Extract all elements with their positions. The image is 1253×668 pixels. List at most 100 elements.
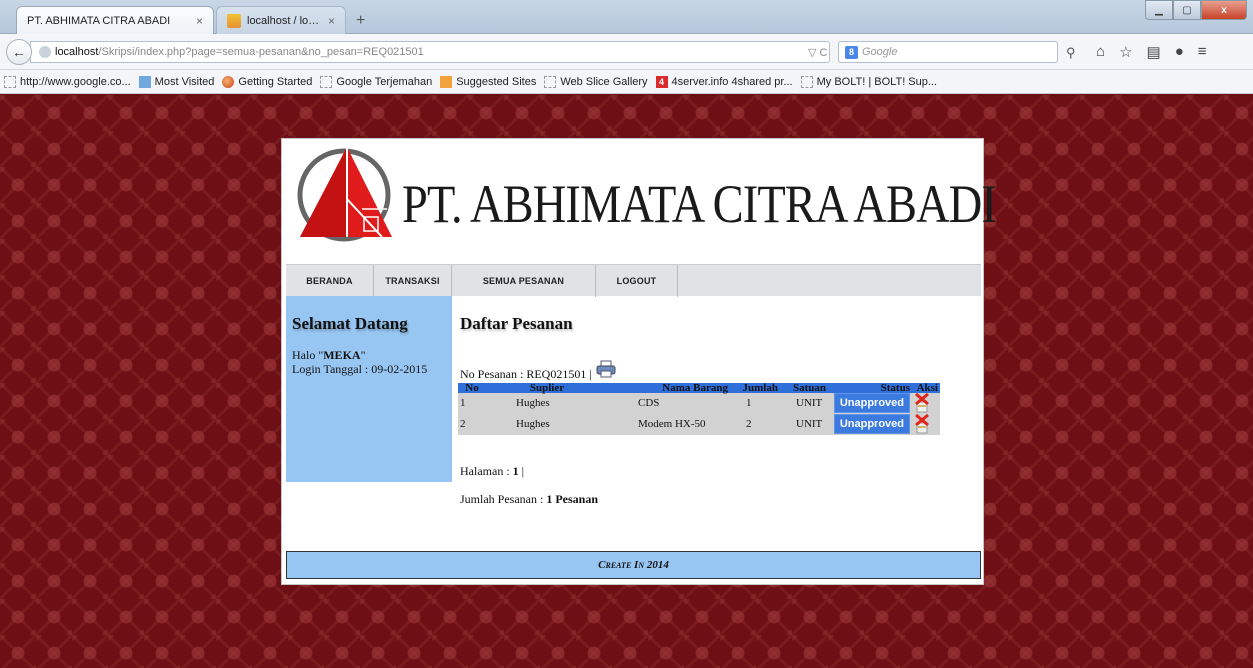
- cell-no: 2: [458, 413, 486, 435]
- back-button[interactable]: ←: [6, 39, 32, 65]
- maximize-button[interactable]: ▢: [1173, 0, 1201, 20]
- url-host: localhost: [55, 46, 99, 58]
- username: MEKA: [323, 348, 361, 362]
- bookmark-label: Google Terjemahan: [336, 75, 433, 88]
- folder-icon: [138, 75, 151, 88]
- reading-list-icon[interactable]: ▤: [1147, 43, 1161, 61]
- window-controls: ▁ ▢ x: [1145, 0, 1247, 20]
- col-status: Status: [828, 383, 912, 394]
- bookmark-most-visited[interactable]: Most Visited: [138, 75, 215, 88]
- bookmark-my-bolt[interactable]: My BOLT! | BOLT! Sup...: [800, 75, 938, 88]
- greeting-suffix: ": [360, 348, 366, 362]
- cell-satuan: UNIT: [780, 413, 828, 435]
- cell-suplier: Hughes: [486, 393, 608, 413]
- back-arrow-icon: ←: [12, 44, 26, 60]
- browser-nav-bar: localhost /Skripsi/index.php?page=semua-…: [0, 34, 1253, 70]
- bookmark-label: My BOLT! | BOLT! Sup...: [816, 75, 938, 88]
- bookmark-label: Most Visited: [154, 75, 215, 88]
- cell-jumlah: 1: [730, 393, 780, 413]
- star-icon[interactable]: ☆: [1119, 43, 1132, 61]
- url-path: /Skripsi/index.php?page=semua-pesanan&no…: [98, 46, 424, 58]
- menu-item-semua-pesanan[interactable]: SEMUA PESANAN: [452, 265, 596, 297]
- address-bar[interactable]: localhost /Skripsi/index.php?page=semua-…: [30, 41, 830, 63]
- cell-barang: CDS: [608, 393, 730, 413]
- minimize-button[interactable]: ▁: [1145, 0, 1173, 20]
- site-header: PT. ABHIMATA CITRA ABADI: [282, 139, 997, 263]
- col-jumlah: Jumlah: [730, 383, 780, 394]
- status-button[interactable]: Unapproved: [833, 414, 910, 434]
- search-input[interactable]: 8 Google: [838, 41, 1058, 63]
- bookmark-label: Web Slice Gallery: [560, 75, 648, 88]
- menu-item-logout[interactable]: LOGOUT: [596, 265, 678, 297]
- summary-value: 1 Pesanan: [546, 492, 599, 506]
- home-icon[interactable]: ⌂: [1096, 43, 1105, 61]
- pagination: Halaman : 1 |: [460, 464, 524, 479]
- firefox-icon: [222, 75, 235, 88]
- bookmark-label: http://www.google.co...: [20, 75, 131, 88]
- cell-aksi: [912, 413, 940, 435]
- bookmark-suggested-sites[interactable]: Suggested Sites: [440, 75, 537, 88]
- cell-status: Unapproved: [828, 413, 912, 435]
- google-icon[interactable]: 8: [845, 45, 858, 59]
- page-icon: [4, 75, 16, 88]
- col-aksi: Aksi: [912, 383, 940, 394]
- bookmark-label: 4server.info 4shared pr...: [671, 75, 793, 88]
- summary-label: Jumlah Pesanan :: [460, 492, 547, 506]
- order-summary: Jumlah Pesanan : 1 Pesanan: [460, 492, 598, 507]
- cell-satuan: UNIT: [780, 393, 828, 413]
- bookmark-4server[interactable]: 4 4server.info 4shared pr...: [655, 75, 793, 88]
- globe-icon: [39, 46, 51, 58]
- site-container: PT. ABHIMATA CITRA ABADI BERANDA TRANSAK…: [281, 138, 997, 585]
- bookmark-getting-started[interactable]: Getting Started: [222, 75, 312, 88]
- orders-table: No Suplier Nama Barang Jumlah Satuan Sta…: [458, 383, 940, 435]
- greeting: Halo "MEKA": [292, 348, 446, 362]
- main-menu: BERANDA TRANSAKSI SEMUA PESANAN LOGOUT: [286, 264, 981, 297]
- search-icon[interactable]: ⚲: [1066, 45, 1076, 61]
- delete-icon[interactable]: [914, 414, 930, 434]
- site-footer: Create In 2014: [286, 551, 981, 579]
- tab-label: localhost / localhost / Skri...: [247, 14, 322, 27]
- bookmark-google[interactable]: http://www.google.co...: [4, 75, 131, 88]
- close-tab-icon[interactable]: ×: [328, 14, 335, 28]
- menu-item-transaksi[interactable]: TRANSAKSI: [374, 265, 452, 297]
- table-header-row: No Suplier Nama Barang Jumlah Satuan Sta…: [458, 383, 940, 394]
- sidebar-heading: Selamat Datang: [292, 314, 408, 333]
- login-date: Login Tanggal : 09-02-2015: [292, 362, 428, 376]
- bookmark-google-terjemahan[interactable]: Google Terjemahan: [320, 75, 433, 88]
- page-separator: |: [518, 464, 525, 478]
- cell-suplier: Hughes: [486, 413, 608, 435]
- search-placeholder: Google: [862, 46, 898, 58]
- cell-aksi: [912, 393, 940, 413]
- addon-icon[interactable]: ●: [1175, 43, 1184, 61]
- tab-phpmyadmin[interactable]: localhost / localhost / Skri... ×: [216, 6, 346, 34]
- col-nama-barang: Nama Barang: [608, 383, 730, 394]
- col-no: No: [458, 383, 486, 394]
- site-title: PT. ABHIMATA CITRA ABADI: [402, 174, 997, 234]
- new-tab-button[interactable]: +: [356, 12, 365, 30]
- page-title: Daftar Pesanan: [460, 314, 573, 333]
- tab-abhimata[interactable]: PT. ABHIMATA CITRA ABADI ×: [16, 6, 214, 34]
- company-logo-icon: [297, 147, 392, 242]
- bookmark-web-slice-gallery[interactable]: Web Slice Gallery: [544, 75, 648, 88]
- cell-jumlah: 2: [730, 413, 780, 435]
- page-icon: [800, 75, 813, 88]
- status-button[interactable]: Unapproved: [833, 393, 910, 413]
- reload-button[interactable]: ▽ C: [808, 46, 827, 59]
- page-icon: [544, 75, 557, 88]
- delete-icon[interactable]: [914, 393, 930, 413]
- order-number: No Pesanan : REQ021501 |: [460, 360, 616, 382]
- col-satuan: Satuan: [780, 383, 828, 394]
- bookmark-label: Suggested Sites: [456, 75, 537, 88]
- menu-item-beranda[interactable]: BERANDA: [286, 265, 374, 297]
- close-tab-icon[interactable]: ×: [196, 14, 203, 28]
- cell-no: 1: [458, 393, 486, 413]
- page-label: Halaman :: [460, 464, 513, 478]
- table-row: 1 Hughes CDS 1 UNIT Unapproved: [458, 393, 940, 413]
- printer-icon[interactable]: [596, 360, 616, 378]
- tab-label: PT. ABHIMATA CITRA ABADI: [27, 14, 171, 27]
- bookmarks-bar: http://www.google.co... Most Visited Get…: [0, 70, 1253, 94]
- close-window-button[interactable]: x: [1201, 0, 1247, 20]
- browser-tab-bar: PT. ABHIMATA CITRA ABADI × localhost / l…: [0, 0, 1253, 34]
- phpmyadmin-icon: [227, 13, 241, 28]
- menu-icon[interactable]: ≡: [1198, 43, 1207, 61]
